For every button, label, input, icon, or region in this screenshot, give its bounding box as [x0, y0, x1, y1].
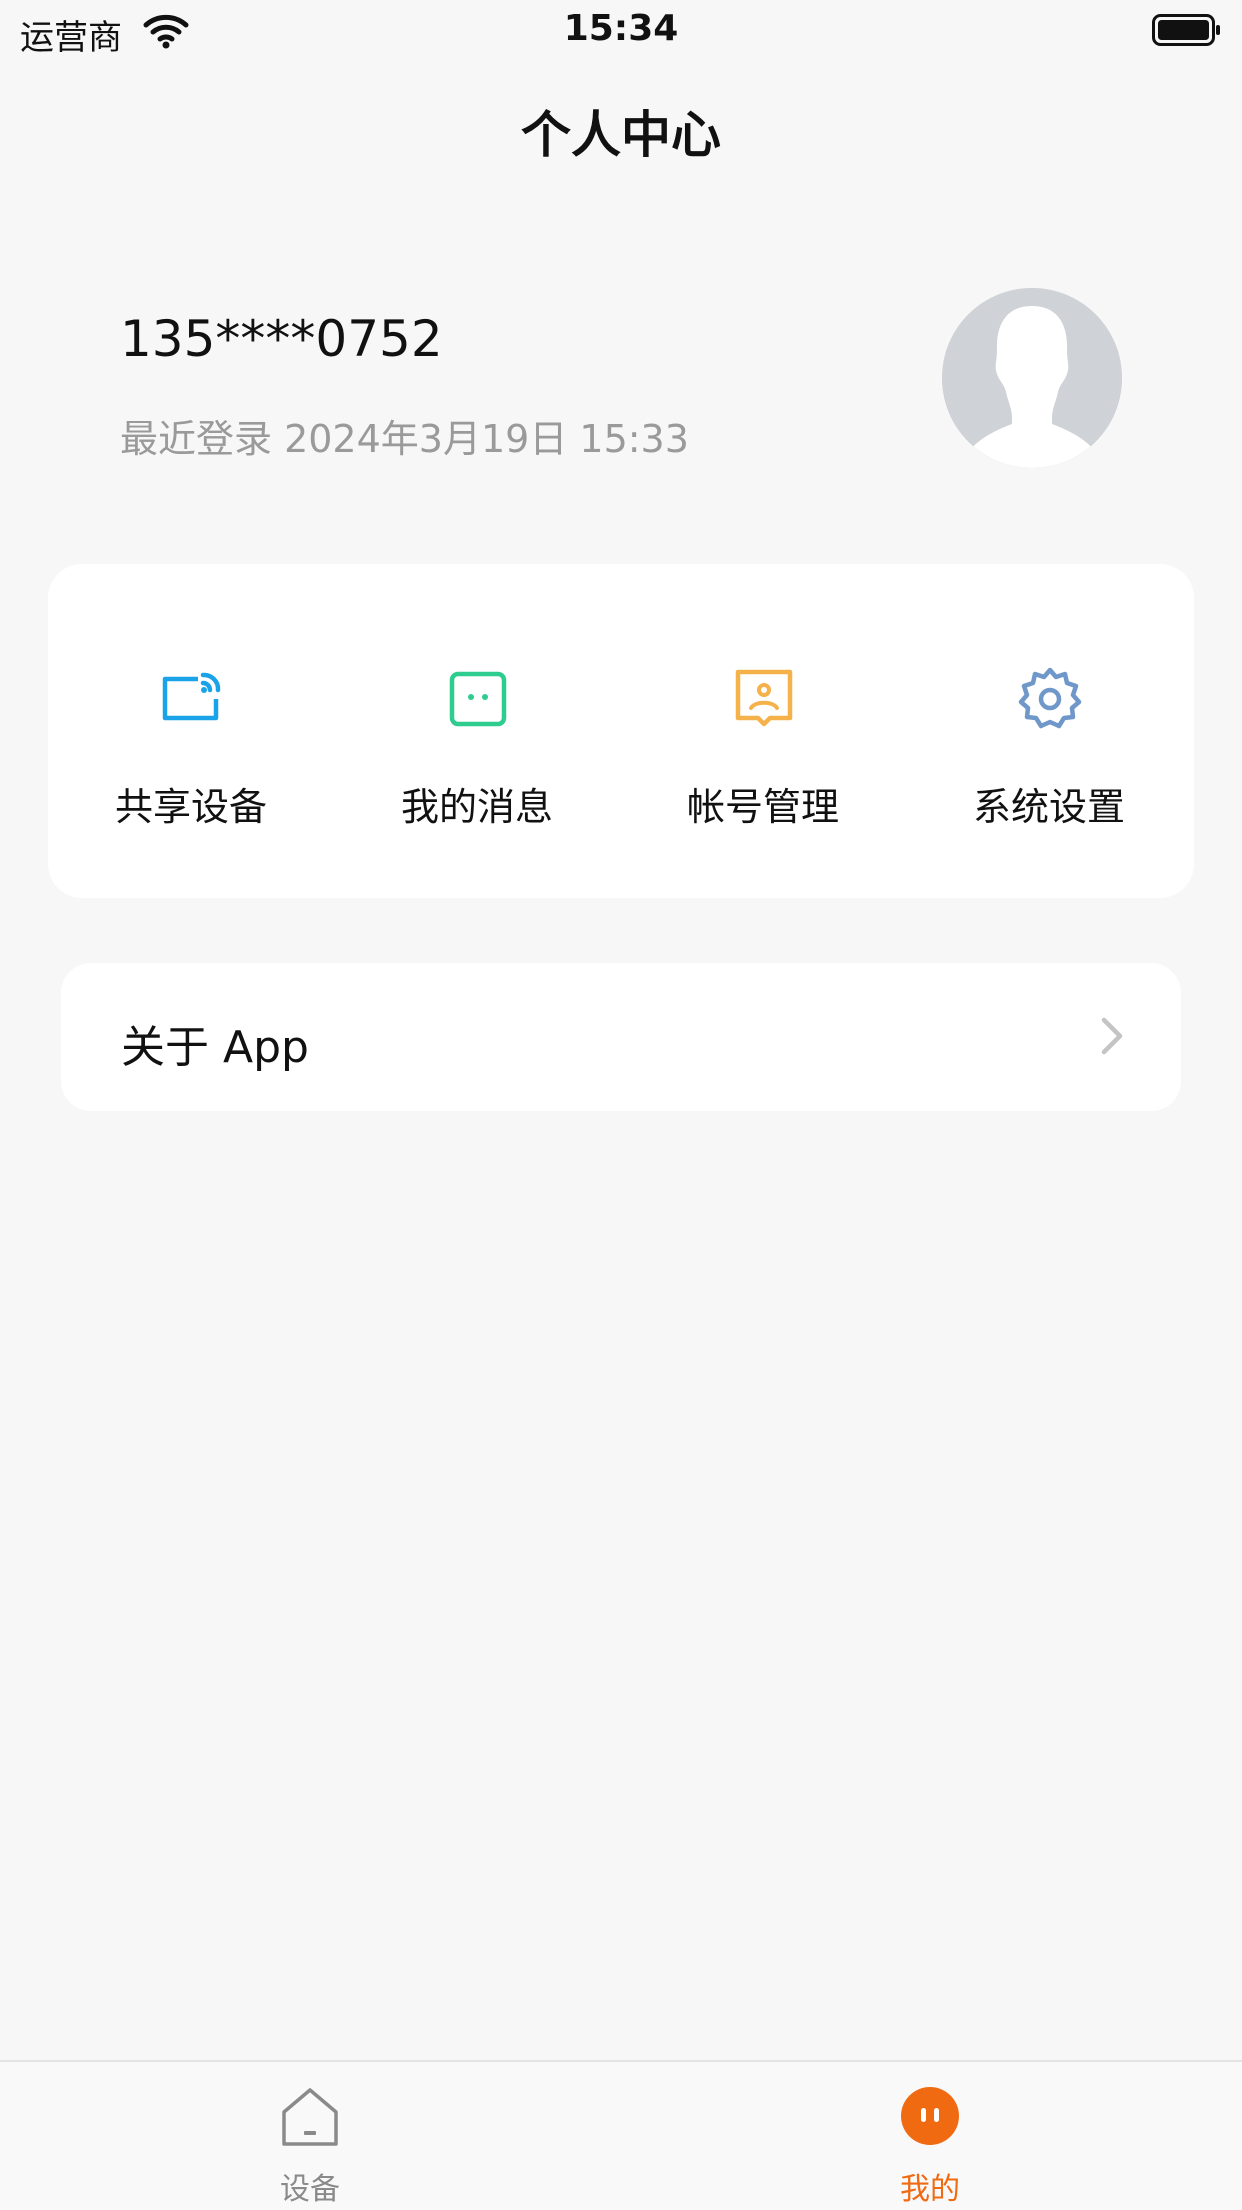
tab-bar: 设备 我的: [0, 2060, 1242, 2210]
avatar[interactable]: [942, 288, 1122, 468]
account-icon: [735, 669, 793, 727]
about-app-label: 关于 App: [121, 1022, 309, 1073]
quick-action-label: 共享设备: [114, 785, 267, 829]
status-bar: 运营商 15:34: [0, 0, 1242, 62]
device-tab-icon: [282, 2088, 338, 2146]
quick-action-account[interactable]: 帐号管理: [620, 564, 906, 898]
quick-actions-card: 共享设备 我的消息 帐号管理 系统设置: [48, 564, 1194, 898]
quick-action-share-device[interactable]: 共享设备: [48, 564, 334, 898]
battery-icon: [1152, 14, 1220, 46]
user-phone: 135****0752: [120, 310, 443, 368]
user-silhouette-icon: [942, 288, 1122, 468]
about-app-row[interactable]: 关于 App: [61, 963, 1181, 1111]
tab-devices[interactable]: 设备: [210, 2062, 410, 2210]
message-icon: [449, 671, 507, 727]
my-tab-icon: [901, 2087, 959, 2145]
quick-action-label: 我的消息: [400, 785, 553, 829]
gear-icon: [1018, 667, 1082, 729]
quick-action-label: 帐号管理: [686, 785, 839, 829]
tab-mine[interactable]: 我的: [830, 2062, 1030, 2210]
last-login-time: 最近登录 2024年3月19日 15:33: [120, 417, 689, 461]
tab-devices-label: 设备: [280, 2172, 340, 2207]
share-device-icon: [162, 672, 221, 721]
status-time: 15:34: [563, 8, 679, 49]
quick-action-messages[interactable]: 我的消息: [334, 564, 620, 898]
page-title: 个人中心: [521, 106, 721, 164]
chevron-right-icon: [1101, 1017, 1123, 1055]
quick-action-settings[interactable]: 系统设置: [906, 564, 1192, 898]
quick-action-label: 系统设置: [972, 785, 1125, 829]
tab-mine-label: 我的: [900, 2172, 960, 2207]
